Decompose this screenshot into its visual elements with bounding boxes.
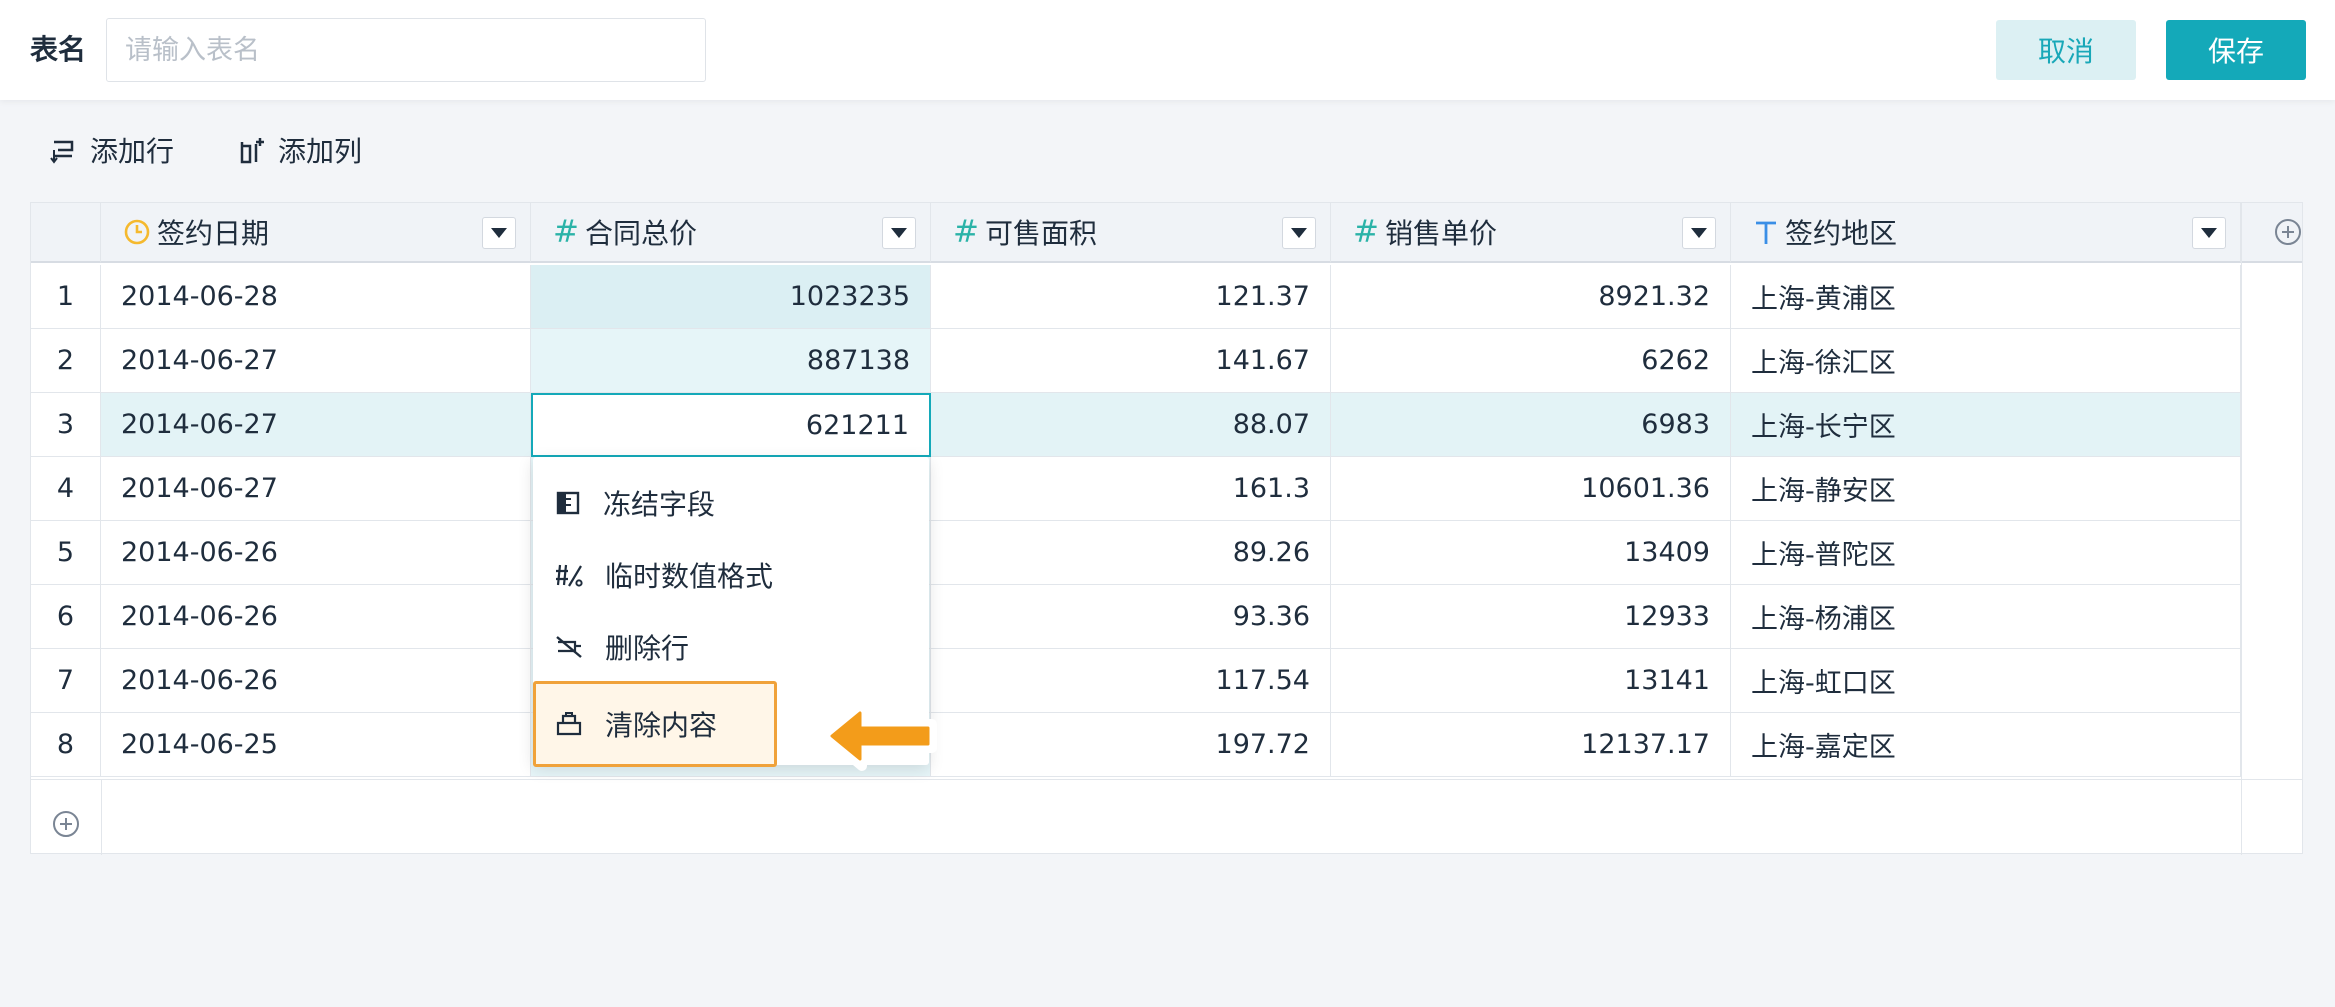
cell-area[interactable]: 197.72 <box>931 713 1331 777</box>
hash-icon: # <box>953 213 979 250</box>
column-dropdown-button[interactable] <box>1282 217 1316 249</box>
cell-unit-price[interactable]: 6983 <box>1331 393 1731 457</box>
column-header-label: 销售单价 <box>1384 217 1497 250</box>
menu-item-label: 冻结字段 <box>603 488 716 521</box>
menu-item-clear-content[interactable]: 清除内容 <box>533 681 777 767</box>
cell-total-price[interactable]: 1023235 <box>531 265 931 329</box>
column-divider <box>101 779 102 855</box>
add-column-button[interactable]: 添加列 <box>238 130 362 170</box>
cell-date[interactable]: 2014-06-28 <box>101 265 531 329</box>
cell-date[interactable]: 2014-06-26 <box>101 585 531 649</box>
column-header-unit-price[interactable]: # 销售单价 <box>1331 203 1731 263</box>
cell-unit-price[interactable]: 12137.17 <box>1331 713 1731 777</box>
cell-total-price[interactable]: 887138 <box>531 329 931 393</box>
freeze-column-icon <box>556 491 580 515</box>
row-index-cell: 1 <box>31 265 101 329</box>
cell-date[interactable]: 2014-06-27 <box>101 457 531 521</box>
row-index-cell: 2 <box>31 329 101 393</box>
cell-area[interactable]: 88.07 <box>931 393 1331 457</box>
add-column-icon <box>240 138 264 164</box>
column-dropdown-button[interactable] <box>482 217 516 249</box>
cell-date[interactable]: 2014-06-27 <box>101 393 531 457</box>
cell-area[interactable]: 121.37 <box>931 265 1331 329</box>
row-index-cell: 7 <box>31 649 101 713</box>
cell-region[interactable]: 上海-虹口区 <box>1731 649 2241 713</box>
add-column-label: 添加列 <box>278 135 363 168</box>
add-row-icon <box>50 140 74 164</box>
table-name-input[interactable] <box>106 18 706 82</box>
cell-unit-price[interactable]: 10601.36 <box>1331 457 1731 521</box>
cell-date[interactable]: 2014-06-26 <box>101 649 531 713</box>
menu-item-label: 删除行 <box>605 632 690 665</box>
column-header-label: 合同总价 <box>584 217 697 250</box>
row-index-cell: 4 <box>31 457 101 521</box>
number-format-icon <box>556 564 583 587</box>
text-type-icon <box>1753 218 1779 246</box>
column-header-region[interactable]: 签约地区 <box>1731 203 2241 263</box>
cell-region[interactable]: 上海-杨浦区 <box>1731 585 2241 649</box>
cell-area[interactable]: 93.36 <box>931 585 1331 649</box>
menu-item-delete-row[interactable]: 删除行 <box>533 617 929 677</box>
top-bar: 表名 取消 保存 <box>0 0 2335 100</box>
add-row-button[interactable]: 添加行 <box>50 130 174 170</box>
add-column-plus-icon[interactable] <box>2273 217 2303 247</box>
cell-region[interactable]: 上海-黄浦区 <box>1731 265 2241 329</box>
column-divider <box>2241 203 2242 855</box>
hash-icon: # <box>553 213 579 250</box>
menu-item-freeze-column[interactable]: 冻结字段 <box>533 473 929 533</box>
menu-item-label: 临时数值格式 <box>605 560 774 593</box>
save-button[interactable]: 保存 <box>2166 20 2306 80</box>
cell-date[interactable]: 2014-06-26 <box>101 521 531 585</box>
cell-region[interactable]: 上海-徐汇区 <box>1731 329 2241 393</box>
column-header-total-price[interactable]: # 合同总价 <box>531 203 931 263</box>
cell-unit-price[interactable]: 6262 <box>1331 329 1731 393</box>
pointer-arrow-icon <box>821 701 937 771</box>
column-dropdown-button[interactable] <box>1682 217 1716 249</box>
clock-icon <box>123 218 151 246</box>
cell-date[interactable]: 2014-06-25 <box>101 713 531 777</box>
row-index-cell: 5 <box>31 521 101 585</box>
column-dropdown-button[interactable] <box>2192 217 2226 249</box>
add-row-plus-icon[interactable] <box>51 809 81 839</box>
column-dropdown-button[interactable] <box>882 217 916 249</box>
column-header-label: 可售面积 <box>984 217 1097 250</box>
cell-area[interactable]: 161.3 <box>931 457 1331 521</box>
row-index-header <box>31 203 101 263</box>
column-header-date[interactable]: 签约日期 <box>101 203 531 263</box>
selected-cell[interactable]: 621211 <box>531 393 931 457</box>
cell-region[interactable]: 上海-普陀区 <box>1731 521 2241 585</box>
data-table: 签约日期 # 合同总价 # 可售面积 # 销售单价 签约地区 1 2014-06-… <box>30 202 2303 855</box>
row-index-cell: 3 <box>31 393 101 457</box>
clear-content-icon <box>556 712 582 736</box>
table-name-label: 表名 <box>30 33 87 66</box>
cell-unit-price[interactable]: 13409 <box>1331 521 1731 585</box>
cell-area[interactable]: 141.67 <box>931 329 1331 393</box>
hash-icon: # <box>1353 213 1379 250</box>
column-header-area[interactable]: # 可售面积 <box>931 203 1331 263</box>
row-index-cell: 6 <box>31 585 101 649</box>
cell-region[interactable]: 上海-静安区 <box>1731 457 2241 521</box>
delete-row-icon <box>556 636 582 658</box>
cell-region[interactable]: 上海-嘉定区 <box>1731 713 2241 777</box>
column-header-label: 签约日期 <box>157 217 270 250</box>
menu-item-label: 清除内容 <box>605 709 718 742</box>
cell-region[interactable]: 上海-长宁区 <box>1731 393 2241 457</box>
cell-area[interactable]: 117.54 <box>931 649 1331 713</box>
add-row-label: 添加行 <box>90 135 175 168</box>
cell-unit-price[interactable]: 12933 <box>1331 585 1731 649</box>
menu-item-number-format[interactable]: 临时数值格式 <box>533 545 929 605</box>
table-footer <box>31 779 2302 855</box>
cell-unit-price[interactable]: 13141 <box>1331 649 1731 713</box>
row-index-cell: 8 <box>31 713 101 777</box>
cell-area[interactable]: 89.26 <box>931 521 1331 585</box>
cell-date[interactable]: 2014-06-27 <box>101 329 531 393</box>
cancel-button[interactable]: 取消 <box>1996 20 2136 80</box>
column-header-label: 签约地区 <box>1785 217 1898 250</box>
cell-unit-price[interactable]: 8921.32 <box>1331 265 1731 329</box>
